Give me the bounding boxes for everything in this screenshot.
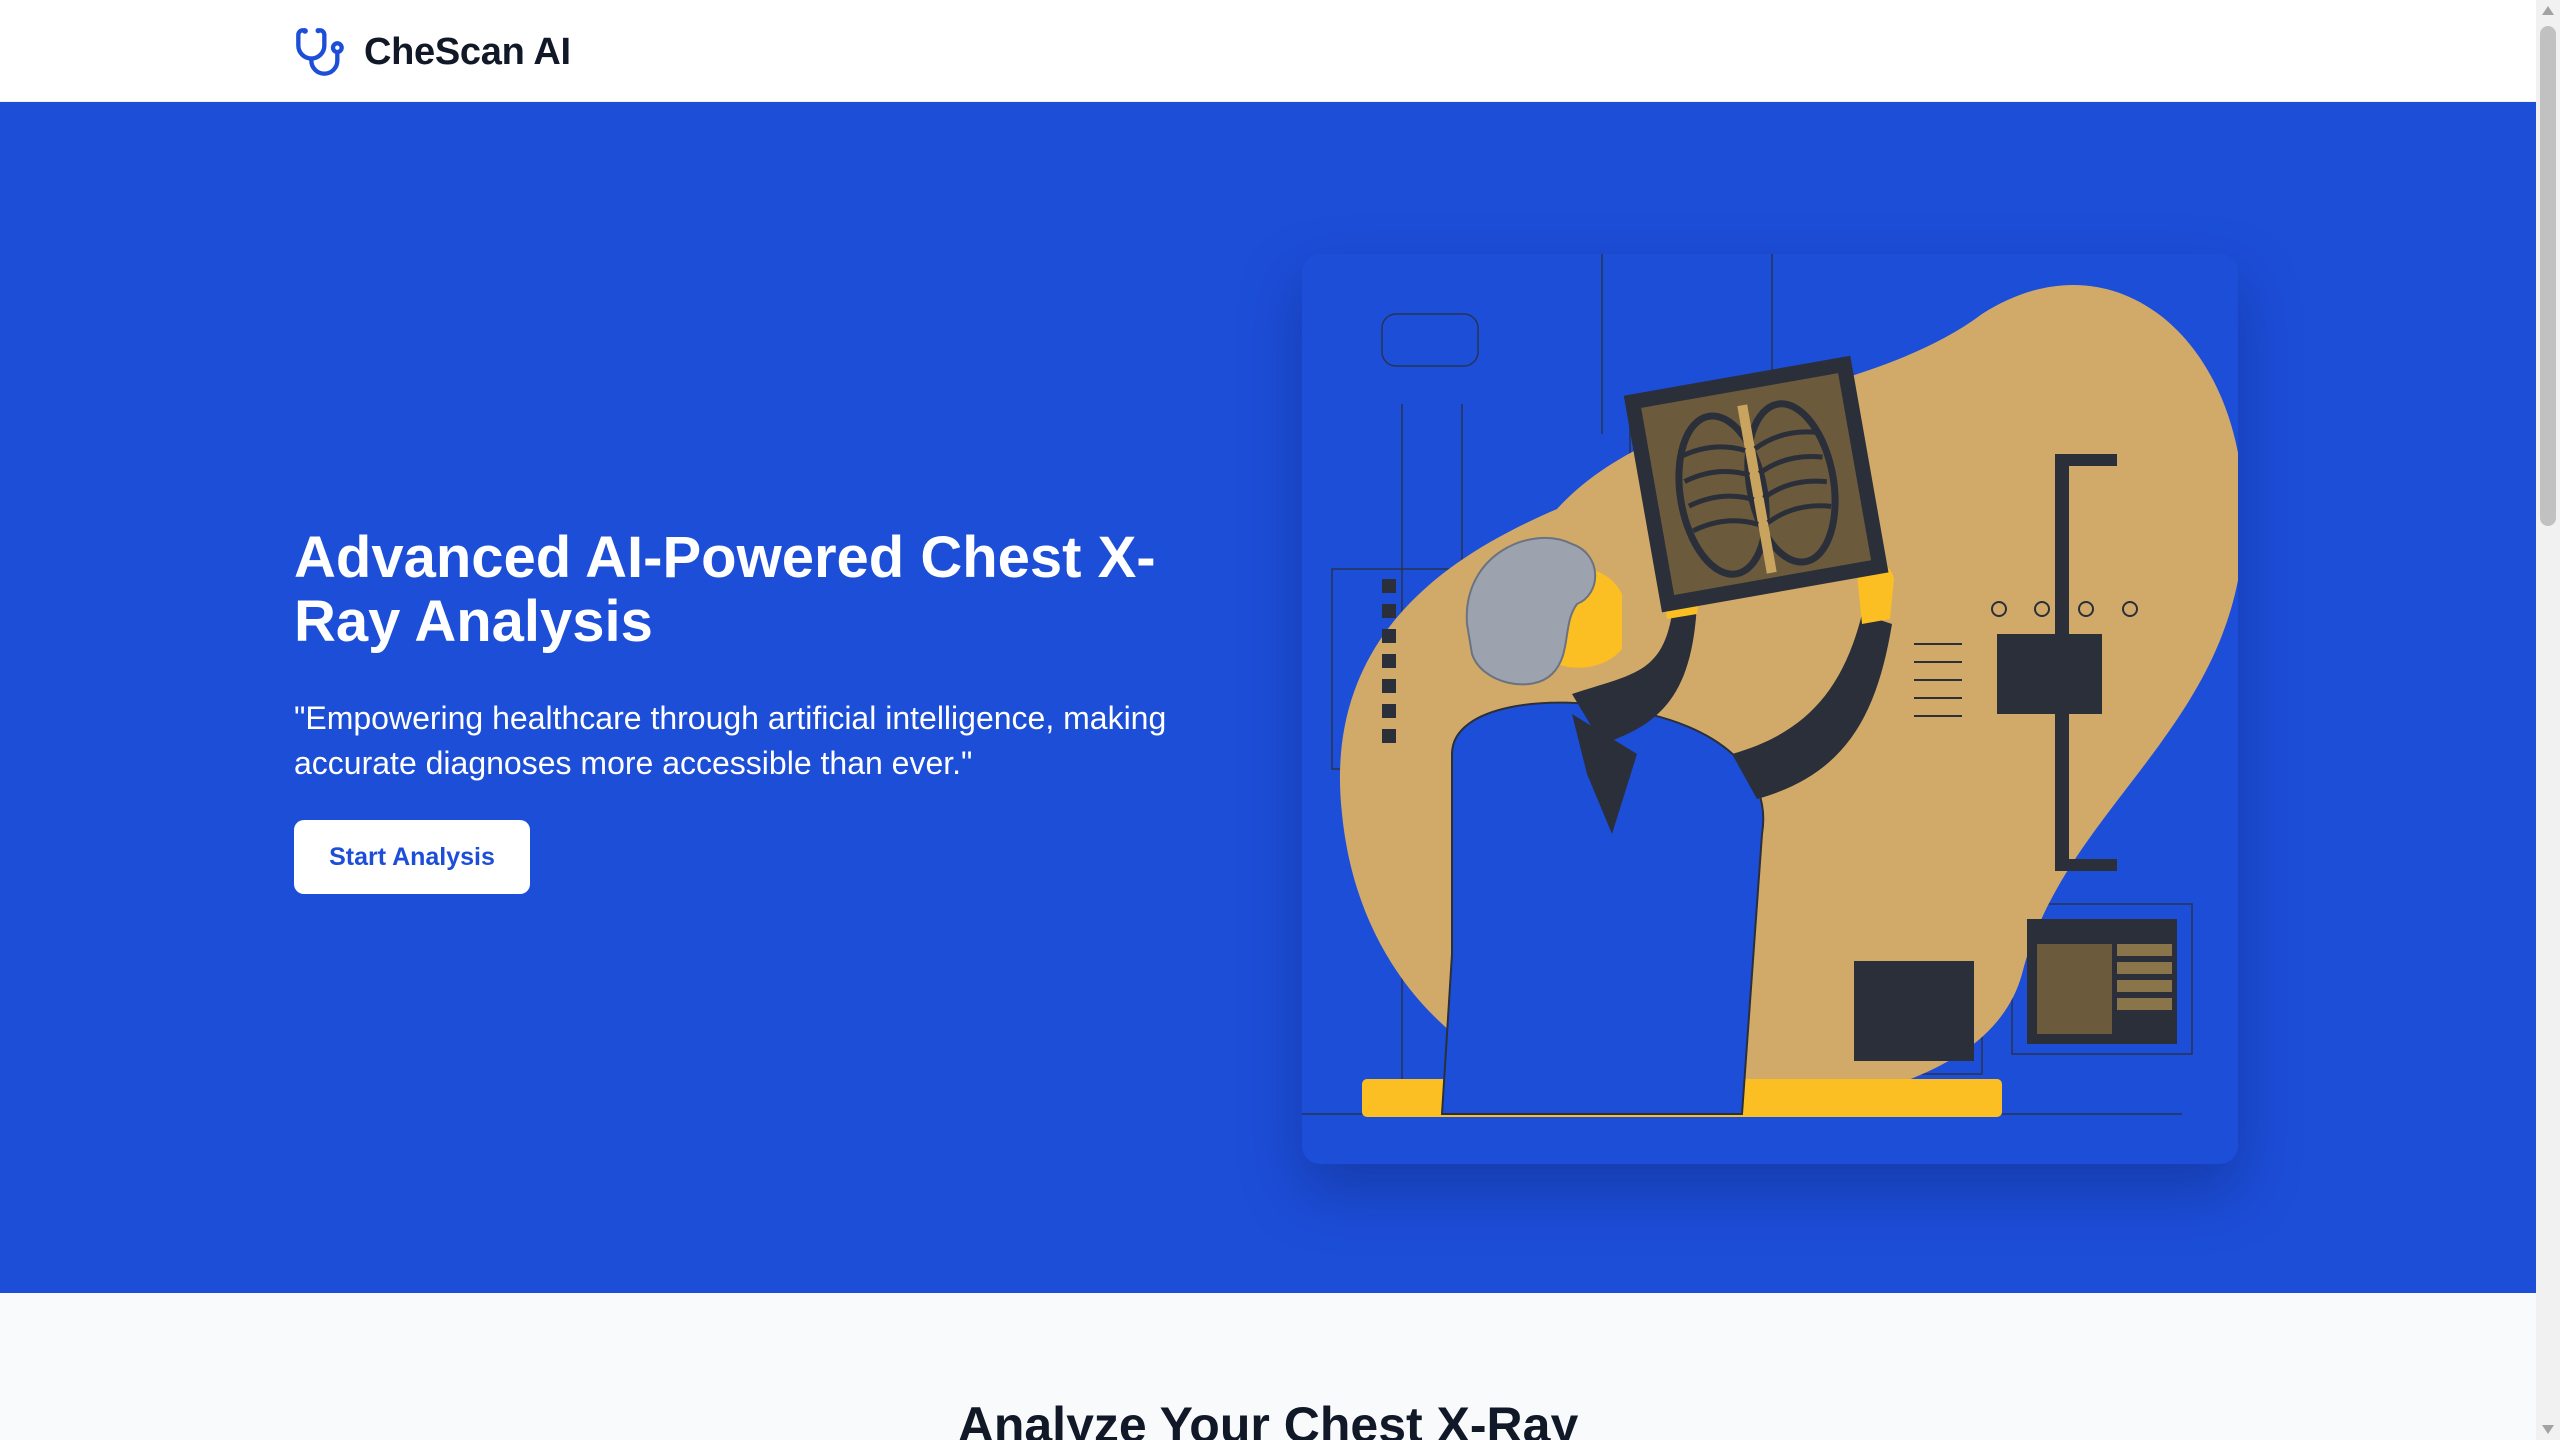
start-analysis-button[interactable]: Start Analysis [294, 820, 530, 894]
hero-subtitle: "Empowering healthcare through artificia… [294, 700, 1167, 781]
brand-logo[interactable]: CheScan AI [294, 24, 571, 80]
navbar: CheScan AI [0, 0, 2536, 102]
analyze-section-title: Analyze Your Chest X-Ray [957, 1397, 1579, 1440]
hero-section: Advanced AI-Powered Chest X-Ray Analysis… [0, 102, 2536, 1293]
stethoscope-icon [296, 28, 344, 76]
analyze-section: Analyze Your Chest X-Ray [0, 1293, 2536, 1440]
page: CheScan AI Advanced AI-Powered Chest X-R… [0, 0, 2536, 1440]
scroll-down-arrow-icon[interactable] [2542, 1425, 2554, 1434]
hero-title: Advanced AI-Powered Chest X-Ray Analysis [294, 525, 1156, 654]
hero-illustration [1302, 254, 2238, 1164]
vertical-scrollbar[interactable] [2536, 0, 2560, 1440]
scroll-up-arrow-icon[interactable] [2542, 6, 2554, 15]
scrollbar-thumb[interactable] [2540, 26, 2556, 526]
brand-name: CheScan AI [364, 30, 571, 73]
hero-text: Advanced AI-Powered Chest X-Ray Analysis… [294, 526, 1224, 894]
doctor-xray-illustration [1302, 254, 2238, 1117]
